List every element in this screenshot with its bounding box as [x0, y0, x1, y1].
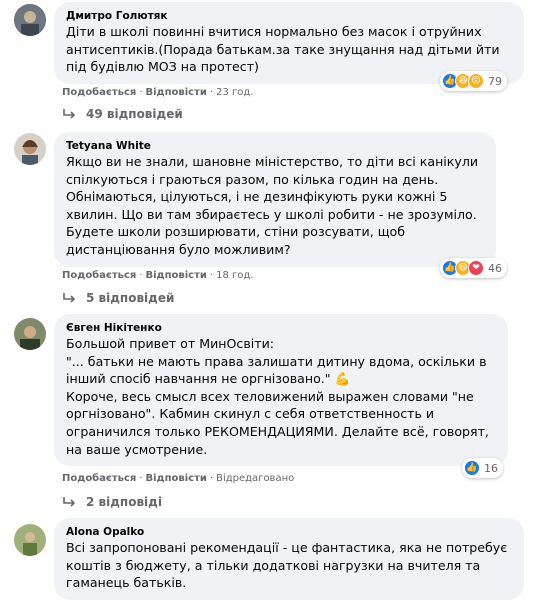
reply-arrow-icon — [63, 293, 76, 303]
avatar[interactable] — [14, 318, 46, 350]
comment-text: Якщо ви не знали, шановне міністерство, … — [66, 154, 479, 257]
comment-text: Большой привет от МинОсвіти: "... батьки… — [66, 336, 489, 457]
reaction-count: 46 — [488, 261, 502, 275]
reply-link[interactable]: Відповісти — [146, 87, 207, 98]
avatar[interactable] — [14, 524, 46, 556]
comment-author[interactable]: Alona Opalko — [66, 525, 512, 539]
avatar-photo — [14, 318, 46, 350]
replies-label: 5 відповідей — [86, 291, 175, 305]
love-emoji-icon: ❤ — [468, 260, 484, 276]
comment-bubble: Євген Нікітенко Большой привет от МинОсв… — [54, 314, 508, 467]
avatar[interactable] — [14, 4, 46, 36]
comment-text: Діти в школі повинні вчитися нормально б… — [66, 24, 500, 75]
reply-link[interactable]: Відповісти — [146, 473, 207, 484]
reaction-summary[interactable]: 👍 😆 😮 79 — [440, 71, 507, 91]
like-link[interactable]: Подобається — [62, 87, 136, 98]
reaction-summary[interactable]: 👍 16 — [462, 458, 503, 478]
reply-arrow-icon — [63, 497, 76, 507]
comment-author[interactable]: Дмитро Голютяк — [66, 9, 512, 23]
replies-label: 2 відповіді — [86, 495, 162, 509]
view-replies-button[interactable]: 49 відповідей — [62, 107, 183, 121]
avatar-photo — [14, 524, 46, 556]
comment-actions: Подобається · Відповісти · 23 год. — [62, 87, 254, 98]
reaction-count: 16 — [484, 461, 498, 475]
view-replies-button[interactable]: 5 відповідей — [62, 291, 174, 305]
comment-bubble: Tetyana White Якщо ви не знали, шановне … — [54, 132, 496, 267]
reply-link[interactable]: Відповісти — [146, 270, 207, 281]
like-link[interactable]: Подобається — [62, 270, 136, 281]
comment-time[interactable]: 23 год. — [216, 87, 253, 98]
comment-bubble: Alona Opalko Всі запропоновані рекоменда… — [54, 518, 524, 600]
comment-time[interactable]: Відредаговано — [216, 473, 294, 484]
view-replies-button[interactable]: 2 відповіді — [62, 495, 162, 509]
comment-actions: Подобається · Відповісти · 18 год. — [62, 270, 254, 281]
like-link[interactable]: Подобається — [62, 473, 136, 484]
comment-author[interactable]: Tetyana White — [66, 139, 484, 153]
thumbs-up-icon: 👍 — [464, 460, 480, 476]
comment-text: Всі запропоновані рекомендації - це фант… — [66, 540, 508, 591]
replies-label: 49 відповідей — [86, 107, 183, 121]
avatar-photo — [14, 4, 46, 36]
avatar[interactable] — [14, 133, 46, 165]
comment-actions: Подобається · Відповісти · Відредаговано — [62, 473, 295, 484]
wow-emoji-icon: 😮 — [468, 73, 484, 89]
avatar-photo — [14, 133, 46, 165]
reaction-count: 79 — [488, 74, 502, 88]
reply-arrow-icon — [63, 109, 76, 119]
reaction-summary[interactable]: 👍 😆 ❤ 46 — [440, 258, 507, 278]
comment-author[interactable]: Євген Нікітенко — [66, 321, 496, 335]
comment-time[interactable]: 18 год. — [216, 270, 253, 281]
